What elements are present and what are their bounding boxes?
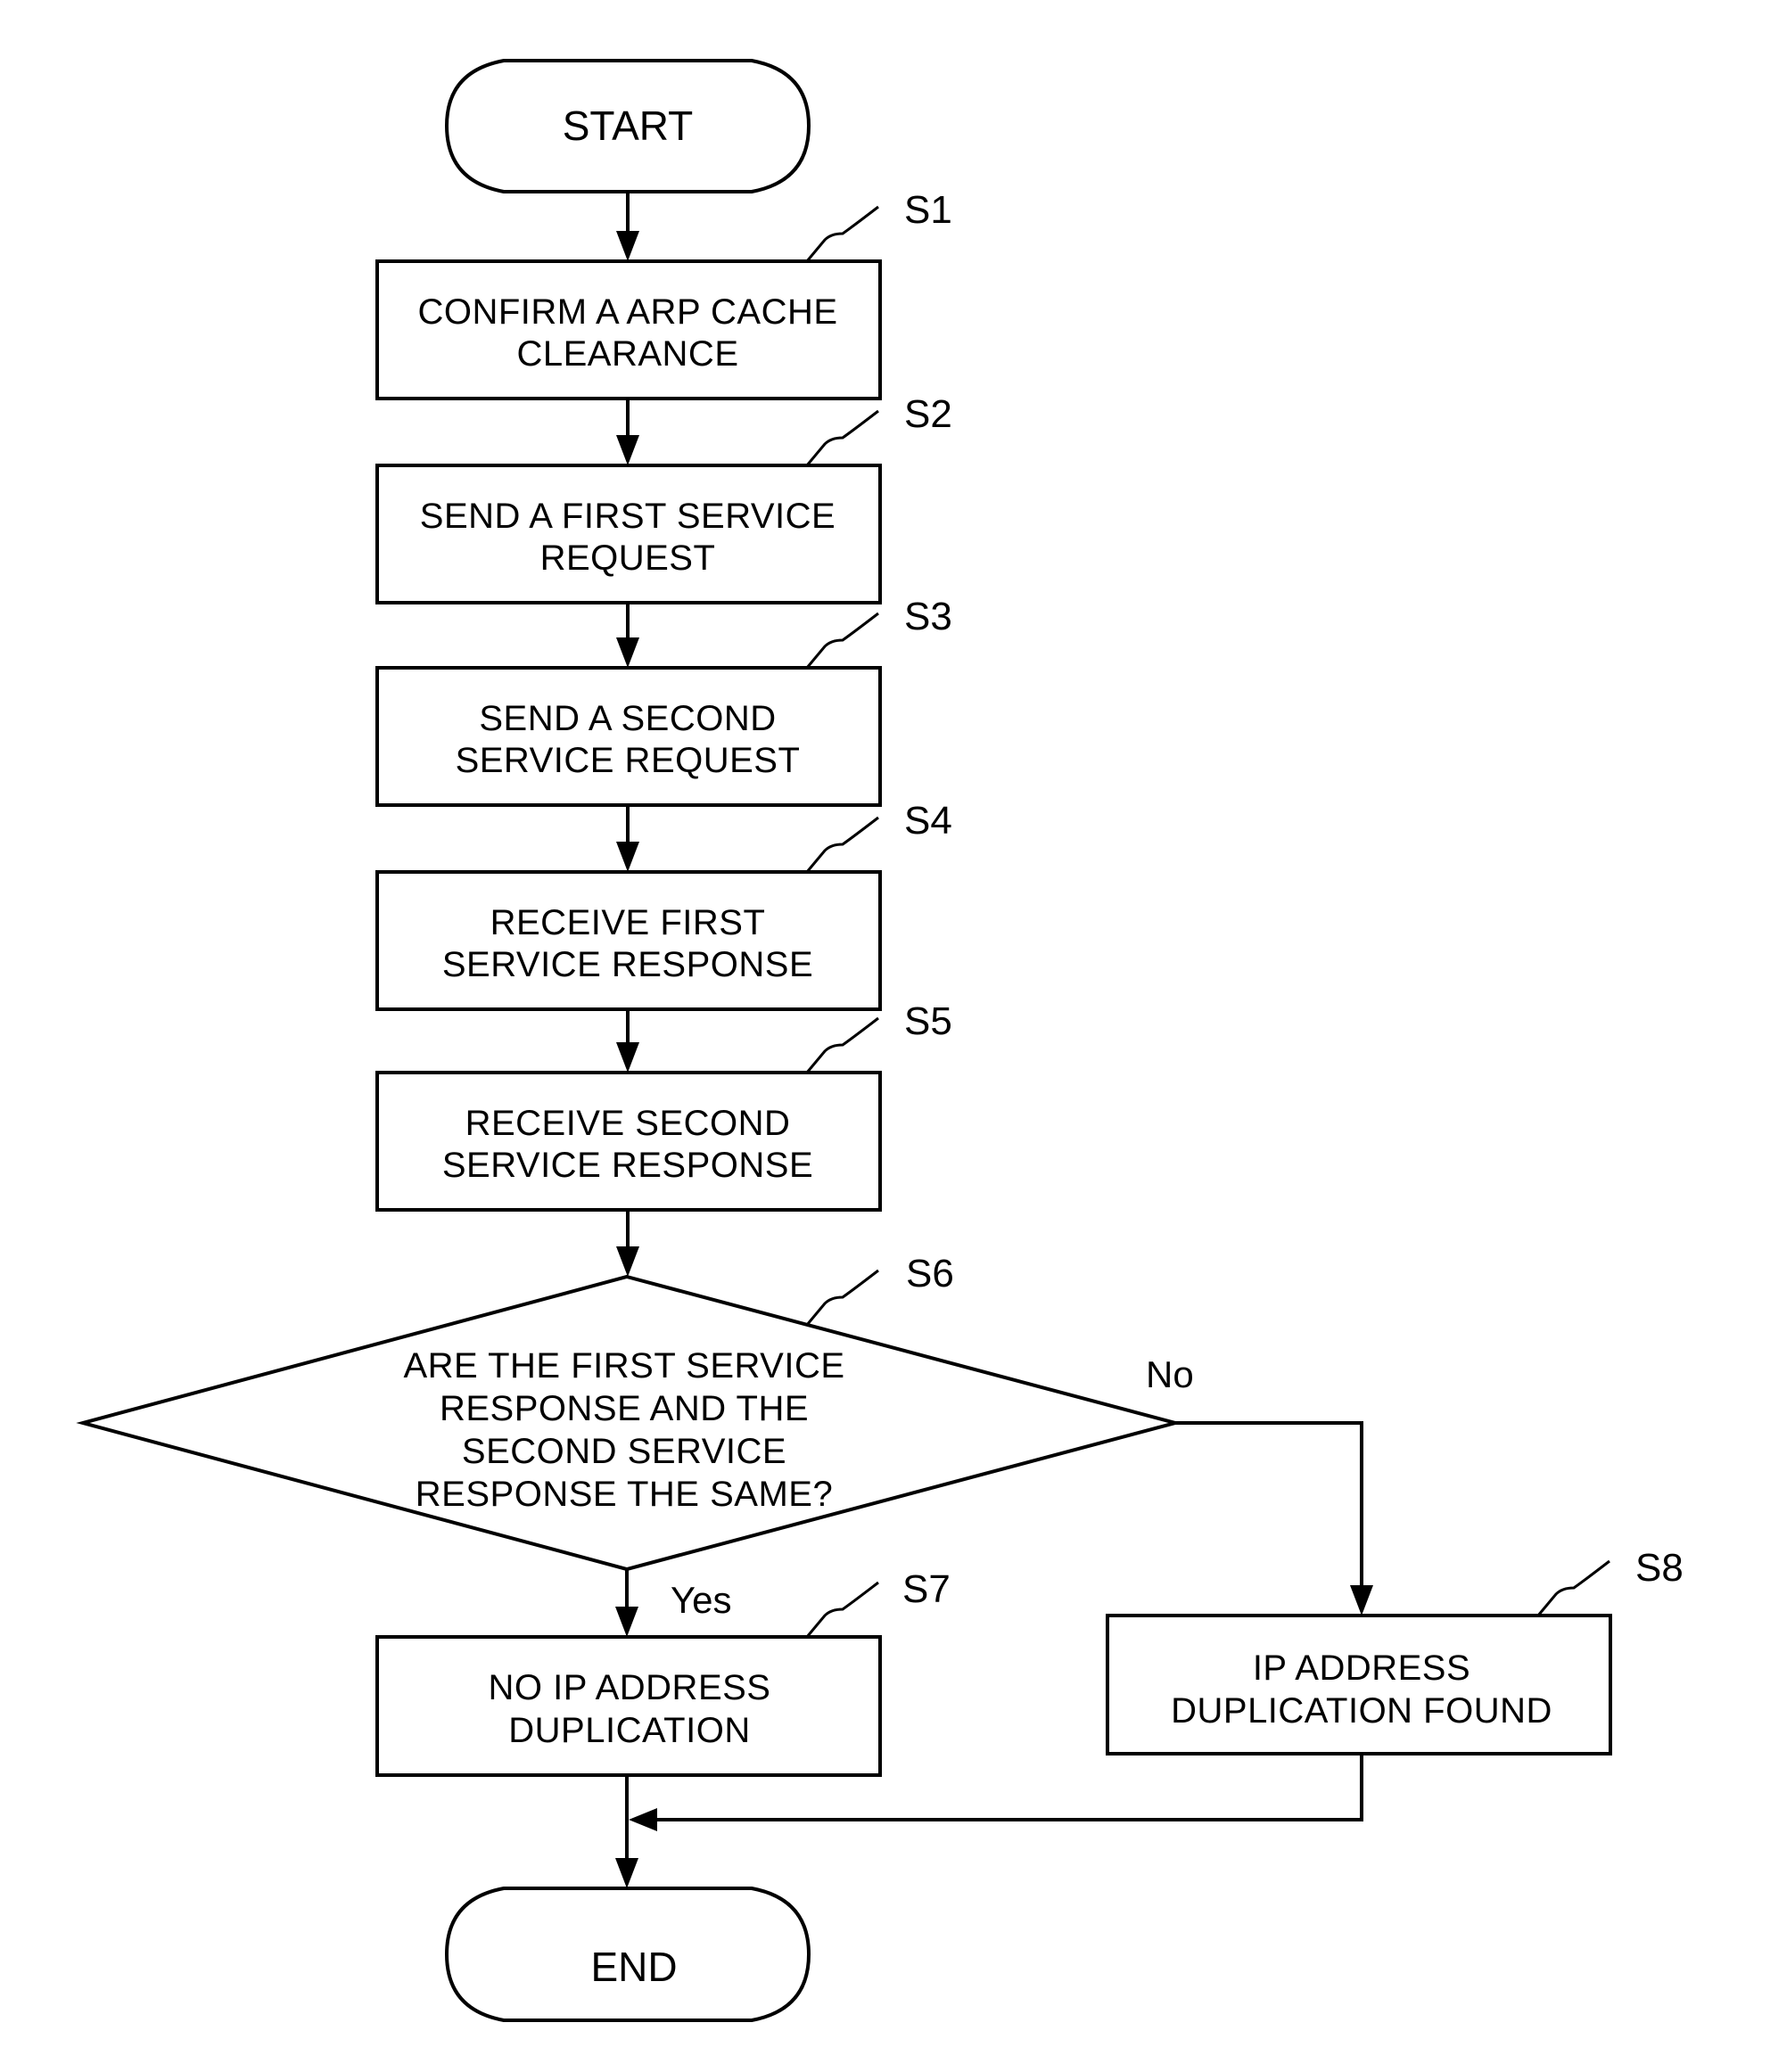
step-leader-s8 bbox=[1536, 1559, 1610, 1616]
arrowhead-s2 bbox=[616, 435, 639, 465]
arrowhead-s6 bbox=[616, 1246, 639, 1277]
step-s2: SEND A FIRST SERVICEREQUEST S2 bbox=[375, 392, 952, 604]
step-s7-line-2: DUPLICATION bbox=[508, 1711, 750, 1750]
no-label: No bbox=[1146, 1353, 1194, 1395]
step-leader-s3 bbox=[805, 612, 879, 669]
step-s3-line-2: SERVICE REQUEST bbox=[456, 741, 801, 780]
edge-s6-s8 bbox=[1175, 1421, 1363, 1587]
step-leader-s1 bbox=[805, 205, 879, 262]
step-s5-line-1: RECEIVE SECOND bbox=[465, 1104, 791, 1143]
step-s3: SEND A SECONDSERVICE REQUEST S3 bbox=[375, 595, 952, 807]
step-id-s2: S2 bbox=[904, 392, 952, 436]
step-s8-line-2: DUPLICATION FOUND bbox=[1171, 1691, 1552, 1731]
decision-s6: ARE THE FIRST SERVICE RESPONSE AND THE S… bbox=[76, 1252, 1182, 1572]
step-s4-line-2: SERVICE RESPONSE bbox=[442, 945, 813, 984]
step-s1-line-2: CLEARANCE bbox=[516, 334, 738, 374]
step-s8: IP ADDRESS DUPLICATION FOUND S8 bbox=[1106, 1546, 1684, 1755]
flowchart: START CONFIRM A ARP CACHECLEARANCE S1 SEND… bbox=[76, 59, 1684, 2022]
step-s8-line-1: IP ADDRESS bbox=[1253, 1649, 1470, 1688]
step-id-s5: S5 bbox=[904, 999, 952, 1043]
arrowhead-end bbox=[615, 1858, 638, 1888]
step-leader-s2 bbox=[805, 409, 879, 466]
arrowhead-s7 bbox=[615, 1607, 638, 1637]
decision-line-3: SECOND SERVICE bbox=[462, 1432, 786, 1471]
step-id-s3: S3 bbox=[904, 595, 952, 638]
decision-line-2: RESPONSE AND THE bbox=[440, 1389, 809, 1428]
step-leader-s5 bbox=[805, 1016, 879, 1073]
yes-label: Yes bbox=[671, 1579, 732, 1621]
arrowhead-s4 bbox=[616, 842, 639, 872]
step-s4: RECEIVE FIRSTSERVICE RESPONSE S4 bbox=[375, 799, 952, 1011]
step-leader-s7 bbox=[805, 1581, 879, 1638]
step-s1: CONFIRM A ARP CACHECLEARANCE S1 bbox=[375, 188, 952, 400]
step-id-s6: S6 bbox=[906, 1252, 954, 1295]
arrowhead-s1 bbox=[616, 231, 639, 261]
step-s1-line-1: CONFIRM A ARP CACHE bbox=[417, 292, 837, 332]
start-terminal: START bbox=[444, 59, 811, 193]
step-s2-line-1: SEND A FIRST SERVICE bbox=[420, 497, 836, 536]
step-s5-line-2: SERVICE RESPONSE bbox=[442, 1146, 813, 1185]
end-terminal: END bbox=[444, 1887, 811, 2022]
step-id-s4: S4 bbox=[904, 799, 952, 843]
process-steps: CONFIRM A ARP CACHECLEARANCE S1 SEND A FIR… bbox=[375, 188, 952, 1212]
step-id-s1: S1 bbox=[904, 188, 952, 232]
arrowhead-s3 bbox=[616, 637, 639, 668]
step-id-s7: S7 bbox=[902, 1567, 951, 1611]
arrowhead-s5 bbox=[616, 1042, 639, 1073]
step-leader-s6 bbox=[805, 1269, 879, 1326]
decision-line-1: ARE THE FIRST SERVICE bbox=[403, 1346, 844, 1385]
arrowhead-s8 bbox=[1350, 1585, 1373, 1616]
decision-line-4: RESPONSE THE SAME? bbox=[416, 1475, 833, 1514]
step-s7: NO IP ADDRESS DUPLICATION S7 bbox=[375, 1567, 951, 1777]
step-leader-s4 bbox=[805, 816, 879, 873]
end-label: END bbox=[590, 1944, 677, 1990]
arrowhead-merge bbox=[629, 1808, 657, 1831]
step-s7-line-1: NO IP ADDRESS bbox=[489, 1668, 771, 1707]
start-label: START bbox=[563, 103, 694, 149]
step-id-s8: S8 bbox=[1635, 1546, 1684, 1590]
step-s4-line-1: RECEIVE FIRST bbox=[490, 903, 766, 942]
step-s3-line-1: SEND A SECOND bbox=[479, 699, 776, 738]
step-s2-line-2: REQUEST bbox=[540, 539, 716, 578]
step-s5: RECEIVE SECONDSERVICE RESPONSE S5 bbox=[375, 999, 952, 1212]
